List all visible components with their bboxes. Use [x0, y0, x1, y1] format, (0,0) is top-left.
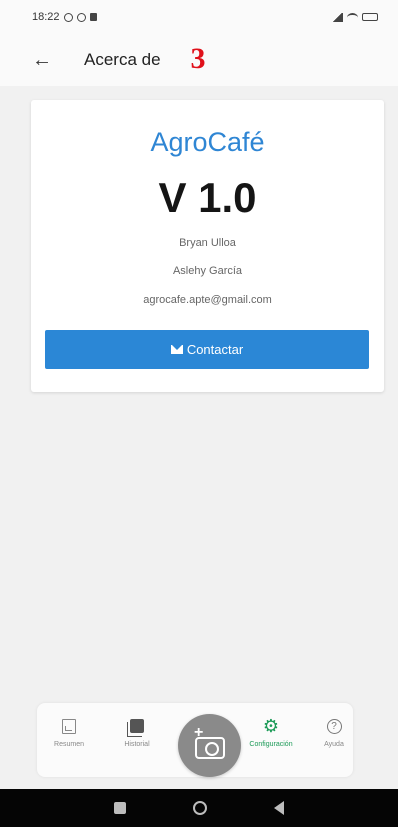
summary-icon-wrap [60, 717, 78, 735]
app-name: AgroCafé [150, 127, 265, 157]
gear-icon: ⚙ [262, 716, 280, 736]
contact-button[interactable]: Contactar [45, 330, 369, 369]
help-icon: ? [326, 718, 342, 734]
summary-icon [62, 718, 76, 734]
app-version: V 1.0 [158, 174, 257, 221]
camera-button[interactable]: + [178, 714, 241, 777]
nav-label: Historial [124, 741, 150, 748]
step-marker: 3 [190, 42, 206, 75]
author-name: Aslehy García [172, 265, 243, 277]
add-camera-icon [194, 736, 225, 759]
status-right [332, 12, 378, 22]
history-icon [127, 719, 144, 737]
mail-icon [170, 345, 183, 354]
back-arrow-icon[interactable]: ← [32, 49, 54, 72]
contact-email: agrocafe.apte@gmail.com [143, 294, 272, 306]
history-icon-wrap [127, 717, 146, 737]
nav-item-ayuda[interactable]: ? Ayuda [314, 717, 354, 748]
help-icon-wrap: ? [325, 717, 343, 735]
app-bar: ← Acerca de 3 [0, 34, 398, 86]
about-card: AgroCafé V 1.0 Bryan Ulloa Aslehy García… [31, 100, 384, 392]
nav-label: Configuración [249, 741, 293, 748]
battery-icon [362, 13, 378, 21]
system-back-icon[interactable] [274, 801, 285, 815]
nav-item-historial[interactable]: Historial [107, 717, 167, 748]
status-time: 18:22 [32, 11, 60, 23]
alarm-icon [63, 12, 73, 22]
system-nav-bar [0, 789, 398, 827]
page-title: Acerca de [84, 50, 161, 69]
whatsapp-icon [76, 12, 86, 22]
recents-icon[interactable] [113, 802, 126, 814]
status-left: 18:22 [32, 11, 97, 23]
contact-button-label: Contactar [186, 342, 244, 357]
nav-item-configuracion[interactable]: ⚙ Configuración [241, 717, 301, 748]
home-icon[interactable] [192, 801, 207, 815]
lock-icon [89, 13, 97, 21]
author-name: Bryan Ulloa [179, 237, 236, 249]
wifi-icon [347, 12, 358, 22]
nav-label: Resumen [54, 741, 84, 748]
nav-label: Ayuda [324, 741, 344, 748]
signal-icon [332, 12, 343, 22]
nav-item-resumen[interactable]: Resumen [39, 717, 99, 748]
gear-icon-wrap: ⚙ [262, 717, 280, 735]
status-bar: 18:22 [0, 0, 398, 34]
